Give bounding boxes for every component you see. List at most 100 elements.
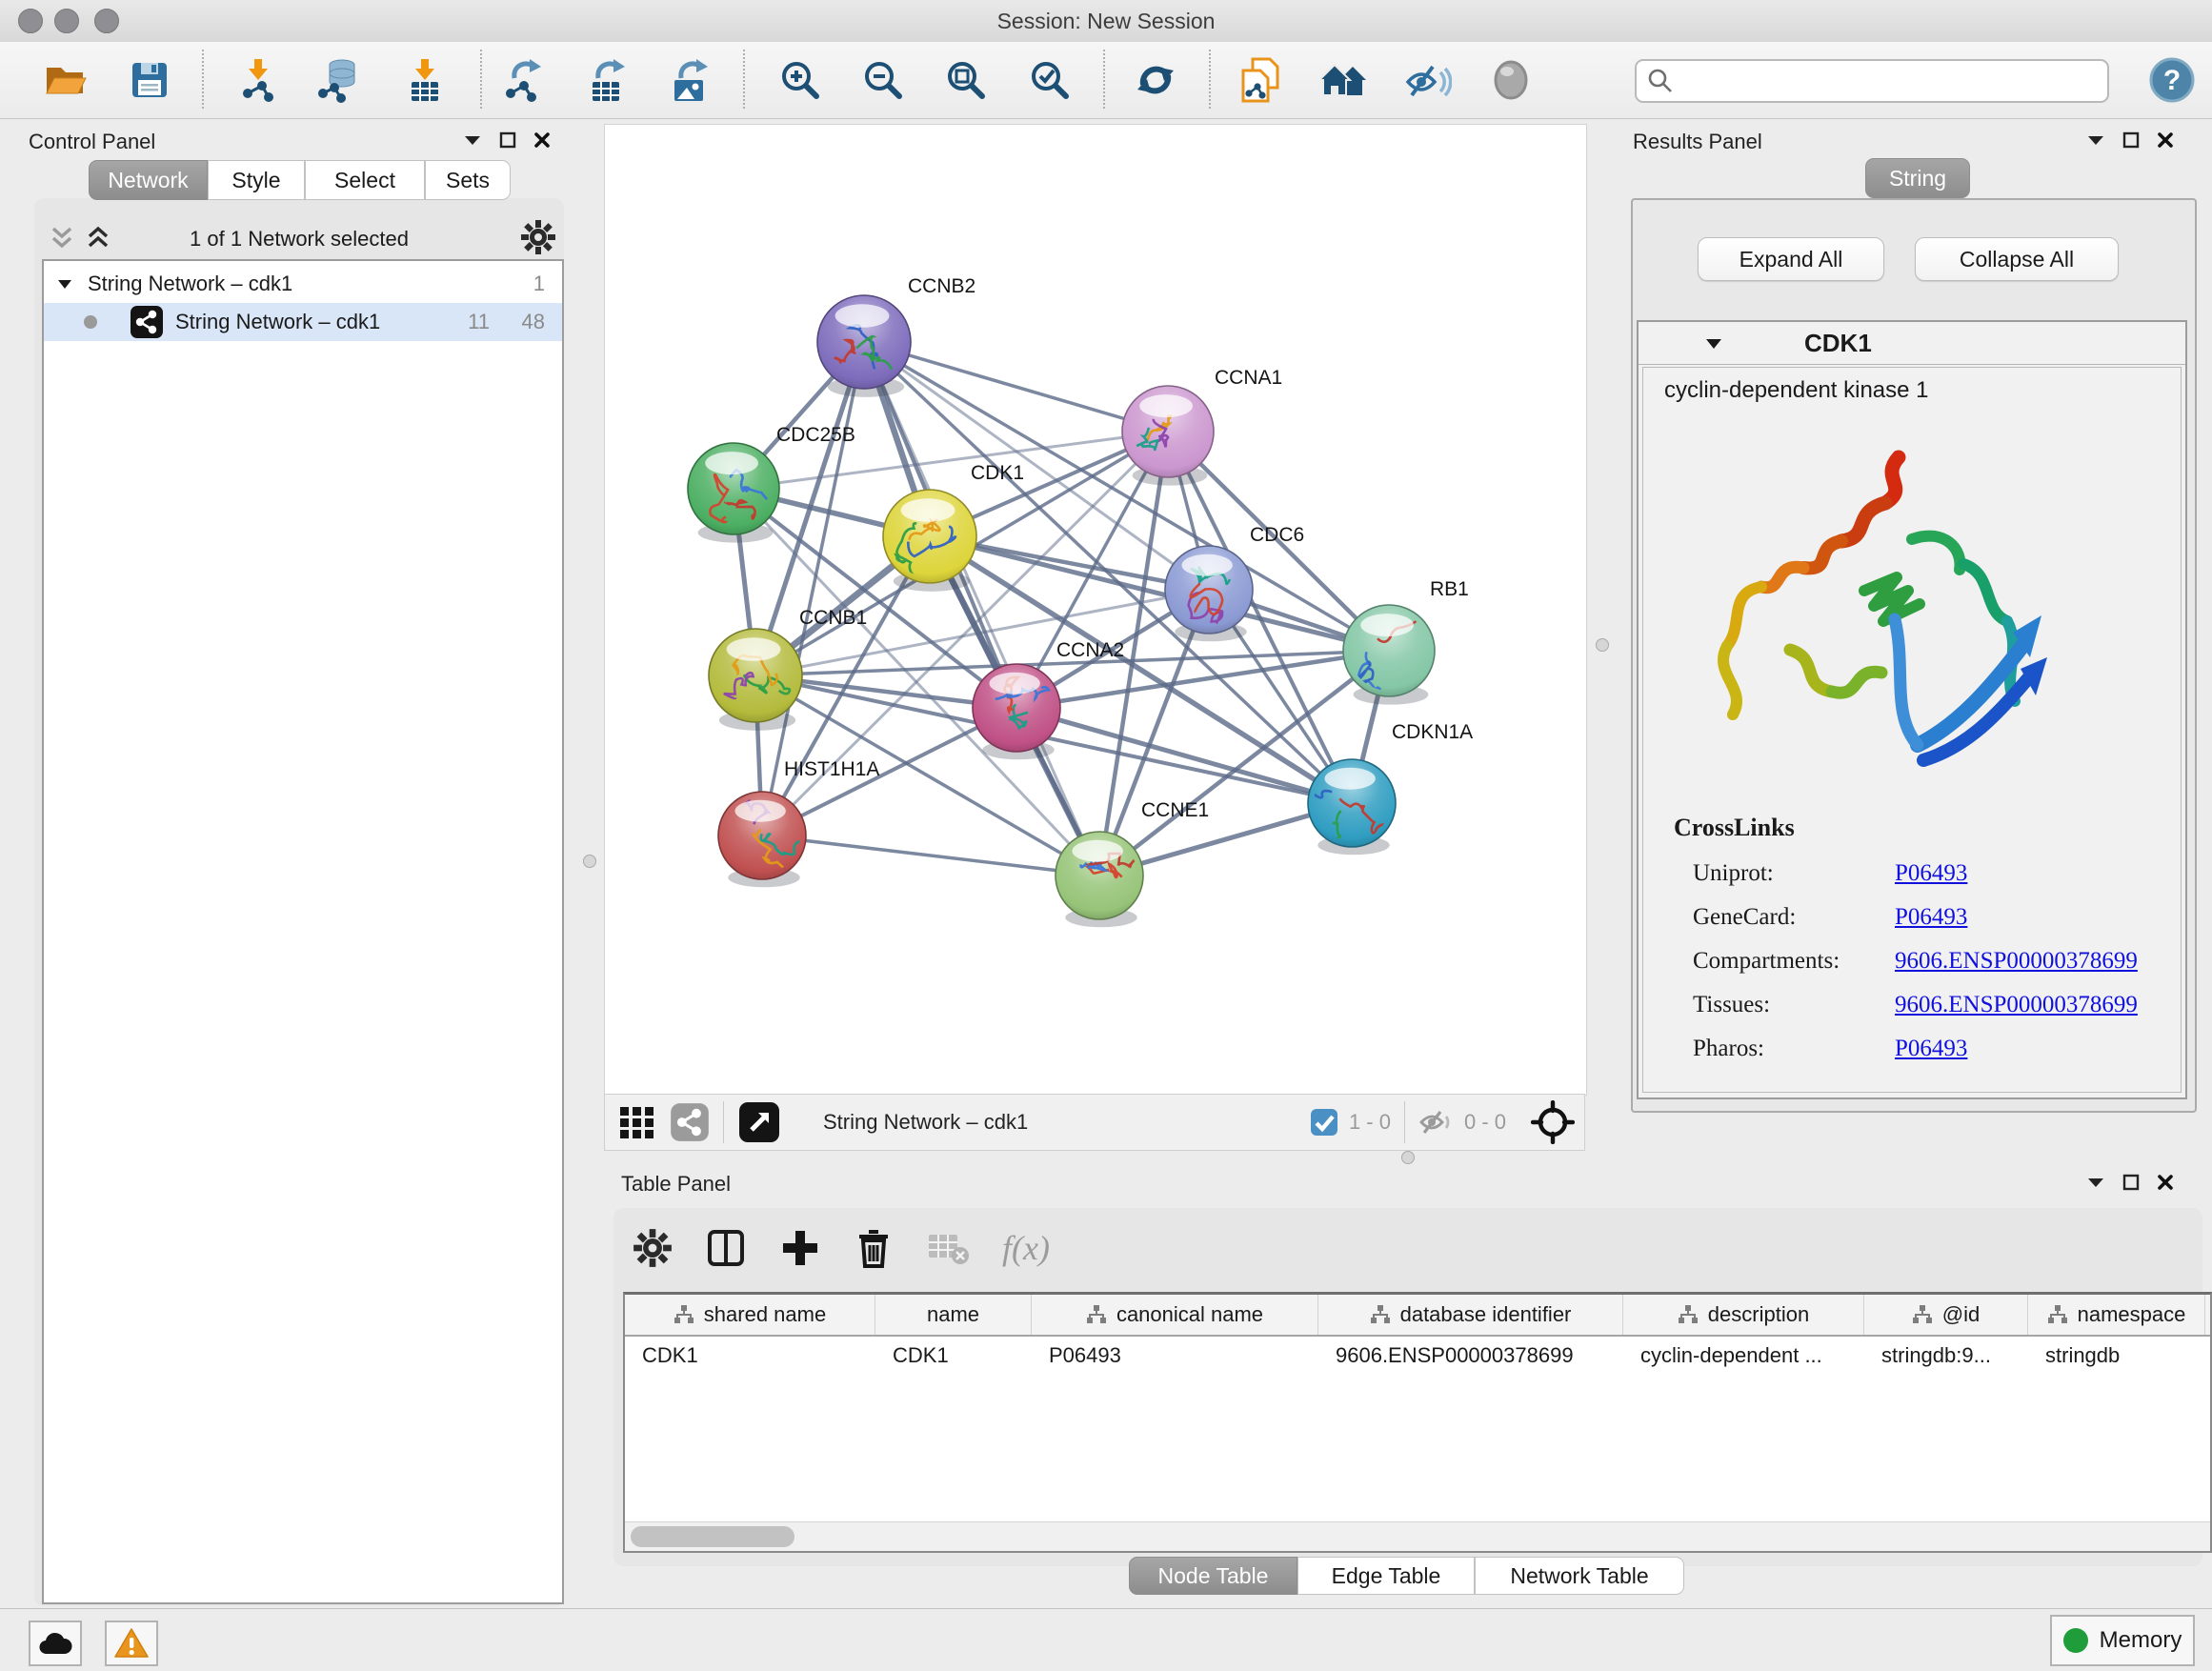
- network-node[interactable]: [718, 792, 806, 887]
- export-image-button[interactable]: [666, 55, 714, 105]
- panel-divider-handle[interactable]: [1596, 638, 1609, 652]
- network-node[interactable]: [1056, 832, 1143, 927]
- import-table-button[interactable]: [401, 55, 449, 105]
- tab-select[interactable]: Select: [305, 160, 425, 200]
- close-panel-icon[interactable]: [533, 131, 551, 149]
- table-settings-button[interactable]: [633, 1228, 673, 1268]
- network-node[interactable]: [1165, 546, 1253, 641]
- warnings-button[interactable]: [105, 1621, 158, 1666]
- tab-string[interactable]: String: [1865, 158, 1970, 198]
- column-header[interactable]: namespace: [2028, 1295, 2205, 1335]
- network-node[interactable]: [1299, 759, 1396, 856]
- open-session-button[interactable]: [42, 55, 90, 105]
- fit-content-crosshair-icon[interactable]: [1531, 1100, 1575, 1144]
- column-header[interactable]: database identifier: [1318, 1295, 1623, 1335]
- search-input[interactable]: [1675, 68, 2079, 94]
- panel-divider-handle[interactable]: [583, 855, 596, 868]
- float-panel-icon[interactable]: [499, 131, 516, 149]
- table-cell[interactable]: cyclin-dependent ...: [1623, 1337, 1864, 1375]
- zoom-out-button[interactable]: [859, 55, 907, 105]
- tab-node-table[interactable]: Node Table: [1129, 1557, 1297, 1595]
- import-network-database-button[interactable]: [314, 55, 362, 105]
- panel-menu-icon[interactable]: [2086, 1176, 2105, 1189]
- network-node[interactable]: [883, 490, 976, 592]
- table-cell[interactable]: stringdb: [2028, 1337, 2205, 1375]
- column-header[interactable]: name: [875, 1295, 1032, 1335]
- tab-edge-table[interactable]: Edge Table: [1297, 1557, 1475, 1595]
- network-canvas[interactable]: CCNB2CCNA1CDC25BCDK1CDC6RB1CCNB1CCNA2CDK…: [604, 124, 1587, 1096]
- zoom-fit-button[interactable]: [942, 55, 990, 105]
- close-panel-icon[interactable]: [2157, 131, 2174, 149]
- gene-section-header[interactable]: CDK1: [1639, 322, 2185, 365]
- tree-expander-icon[interactable]: [57, 278, 72, 290]
- table-cell[interactable]: CDK1: [625, 1337, 875, 1375]
- scrollbar-thumb[interactable]: [631, 1526, 794, 1547]
- delete-table-button[interactable]: [926, 1229, 970, 1267]
- close-panel-icon[interactable]: [2157, 1174, 2174, 1191]
- string-home-button[interactable]: [1320, 55, 1368, 105]
- column-header[interactable]: @id: [1864, 1295, 2028, 1335]
- show-columns-button[interactable]: [705, 1227, 747, 1269]
- crosslink-link[interactable]: 9606.ENSP00000378699: [1895, 948, 2138, 975]
- show-all-button[interactable]: [1487, 55, 1535, 105]
- selected-checkbox-icon[interactable]: [1309, 1107, 1339, 1137]
- table-cell[interactable]: 9606.ENSP00000378699: [1318, 1337, 1623, 1375]
- cloud-status-button[interactable]: [29, 1621, 82, 1666]
- tab-style[interactable]: Style: [208, 160, 305, 200]
- panel-menu-icon[interactable]: [463, 133, 482, 147]
- string-style-button[interactable]: [670, 1102, 710, 1142]
- crosslink-link[interactable]: 9606.ENSP00000378699: [1895, 992, 2138, 1018]
- memory-button[interactable]: Memory: [2050, 1615, 2195, 1666]
- birds-eye-view-button[interactable]: [618, 1103, 656, 1141]
- help-button[interactable]: ?: [2149, 57, 2195, 103]
- share-network-icon: [670, 1102, 710, 1142]
- collapse-all-button[interactable]: Collapse All: [1915, 237, 2119, 281]
- network-node[interactable]: [688, 443, 779, 543]
- expand-all-button[interactable]: Expand All: [1698, 237, 1884, 281]
- crosslink-link[interactable]: P06493: [1895, 904, 1967, 931]
- network-node[interactable]: [1343, 599, 1455, 704]
- network-panel-options-button[interactable]: [520, 219, 556, 255]
- table-row[interactable]: CDK1CDK1P064939606.ENSP00000378699cyclin…: [625, 1337, 2210, 1375]
- float-panel-icon[interactable]: [2122, 1174, 2140, 1191]
- column-header[interactable]: shared name: [625, 1295, 875, 1335]
- tab-network-table[interactable]: Network Table: [1475, 1557, 1684, 1595]
- add-column-button[interactable]: [779, 1227, 821, 1269]
- tab-network[interactable]: Network: [89, 160, 208, 200]
- apply-layout-button[interactable]: [1132, 55, 1179, 105]
- table-panel: Table Panel: [604, 1164, 2212, 1608]
- network-node[interactable]: [973, 664, 1060, 759]
- network-node[interactable]: [709, 629, 802, 731]
- clone-network-button[interactable]: [1236, 55, 1283, 105]
- zoom-selected-button[interactable]: [1026, 55, 1074, 105]
- crosslink-link[interactable]: P06493: [1895, 1036, 1967, 1062]
- network-edge[interactable]: [762, 836, 1099, 876]
- delete-column-button[interactable]: [854, 1226, 894, 1270]
- open-in-window-button[interactable]: [737, 1100, 781, 1144]
- table-cell[interactable]: CDK1: [875, 1337, 1032, 1375]
- crosslink-link[interactable]: P06493: [1895, 860, 1967, 887]
- table-cell[interactable]: stringdb:9...: [1864, 1337, 2028, 1375]
- section-expander-icon[interactable]: [1705, 337, 1722, 350]
- export-table-button[interactable]: [583, 55, 631, 105]
- network-edge[interactable]: [864, 342, 1099, 876]
- export-network-button[interactable]: [499, 55, 547, 105]
- tab-sets[interactable]: Sets: [425, 160, 511, 200]
- import-network-file-button[interactable]: [234, 55, 282, 105]
- float-panel-icon[interactable]: [2122, 131, 2140, 149]
- hide-selected-button[interactable]: [1404, 55, 1452, 105]
- function-builder-button[interactable]: f(x): [1002, 1228, 1050, 1268]
- network-collection-row[interactable]: String Network – cdk1 1: [44, 265, 562, 303]
- panel-divider-handle[interactable]: [1401, 1151, 1415, 1164]
- trash-icon: [854, 1226, 894, 1270]
- horizontal-scrollbar[interactable]: [625, 1521, 2210, 1551]
- table-cell[interactable]: P06493: [1032, 1337, 1318, 1375]
- column-header[interactable]: canonical name: [1032, 1295, 1318, 1335]
- panel-menu-icon[interactable]: [2086, 133, 2105, 147]
- network-row-selected[interactable]: String Network – cdk1 11 48: [44, 303, 562, 341]
- column-header[interactable]: description: [1623, 1295, 1864, 1335]
- network-node[interactable]: [1122, 386, 1214, 486]
- hidden-eye-icon[interactable]: [1418, 1107, 1455, 1137]
- zoom-in-button[interactable]: [776, 55, 824, 105]
- save-session-button[interactable]: [126, 55, 173, 105]
